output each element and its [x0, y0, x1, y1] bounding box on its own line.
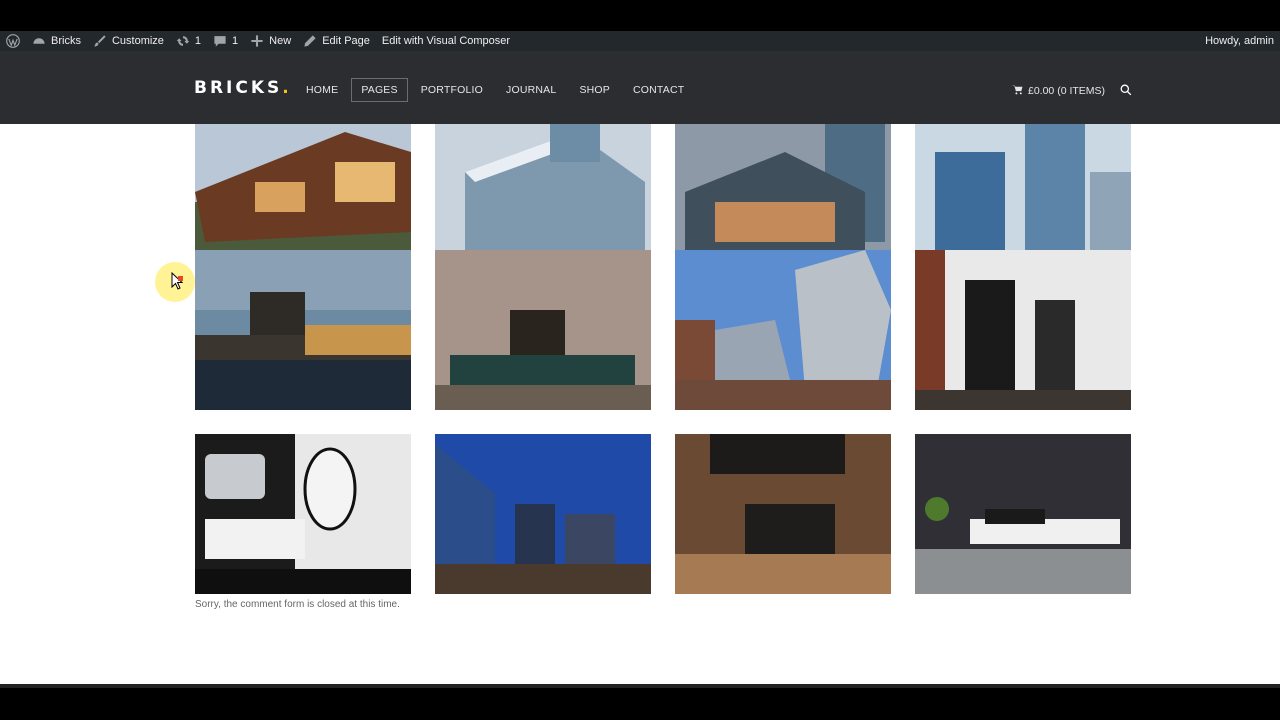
comments-count: 1	[232, 35, 239, 47]
updates-link[interactable]: 1	[170, 31, 207, 51]
city-skyline-dusk-photo[interactable]	[435, 434, 651, 594]
mouse-cursor-icon	[171, 272, 184, 290]
cart-link[interactable]: £0.00 (0 ITEMS)	[1012, 84, 1105, 98]
site-name-label: Bricks	[51, 35, 81, 47]
plus-icon	[250, 34, 264, 48]
customize-link[interactable]: Customize	[87, 31, 170, 51]
nav-contact[interactable]: CONTACT	[623, 78, 694, 102]
comments-closed-message: Sorry, the comment form is closed at thi…	[195, 599, 400, 610]
customize-label: Customize	[111, 35, 164, 47]
wordpress-icon	[6, 34, 20, 48]
nav-journal[interactable]: JOURNAL	[496, 78, 566, 102]
nav-shop[interactable]: SHOP	[569, 78, 620, 102]
greeting-label: Howdy, admin	[1205, 35, 1274, 47]
white-sofa-dark-wall-photo[interactable]	[915, 434, 1131, 594]
wp-admin-bar: Bricks Customize 1 1 New Edit Page Edit …	[0, 31, 1280, 51]
edit-icon	[303, 34, 317, 48]
deconstructivist-building-photo[interactable]	[675, 250, 891, 410]
video-letterbox-bottom	[0, 684, 1280, 720]
brush-icon	[93, 34, 107, 48]
site-name-menu[interactable]: Bricks	[26, 31, 87, 51]
video-letterbox-top	[0, 0, 1280, 31]
wp-logo-menu[interactable]	[0, 31, 26, 51]
site-header: BRICKS. HOME PAGES PORTFOLIO JOURNAL SHO…	[0, 51, 1280, 124]
cart-icon	[1012, 84, 1023, 98]
edit-visual-composer-label: Edit with Visual Composer	[381, 35, 511, 47]
brick-loft-living-room-photo[interactable]	[435, 250, 651, 410]
updates-count: 1	[194, 35, 202, 47]
main-navigation: HOME PAGES PORTFOLIO JOURNAL SHOP CONTAC…	[296, 78, 697, 102]
update-icon	[176, 34, 190, 48]
edit-page-label: Edit Page	[322, 35, 370, 47]
page-content: Sorry, the comment form is closed at thi…	[0, 124, 1280, 684]
comment-icon	[213, 34, 227, 48]
cart-total: £0.00 (0 ITEMS)	[1028, 85, 1106, 97]
nav-pages[interactable]: PAGES	[351, 78, 408, 102]
new-content-menu[interactable]: New	[244, 31, 297, 51]
site-logo[interactable]: BRICKS.	[194, 78, 292, 98]
search-icon[interactable]	[1120, 83, 1132, 96]
nav-home[interactable]: HOME	[296, 78, 348, 102]
night-waterfront-building-photo[interactable]	[195, 250, 411, 410]
new-label: New	[269, 35, 292, 47]
comments-link[interactable]: 1	[207, 31, 244, 51]
logo-dot: .	[282, 78, 292, 98]
dashboard-icon	[32, 34, 46, 48]
nav-portfolio[interactable]: PORTFOLIO	[411, 78, 493, 102]
logo-text: BRICKS	[194, 78, 283, 98]
bathroom-mural-photo[interactable]	[195, 434, 411, 594]
leather-chair-interior-photo[interactable]	[675, 434, 891, 594]
edit-visual-composer-link[interactable]: Edit with Visual Composer	[376, 31, 516, 51]
loft-interior-black-white-photo[interactable]	[915, 250, 1131, 410]
edit-page-link[interactable]: Edit Page	[297, 31, 376, 51]
my-account-menu[interactable]: Howdy, admin	[1199, 31, 1280, 51]
